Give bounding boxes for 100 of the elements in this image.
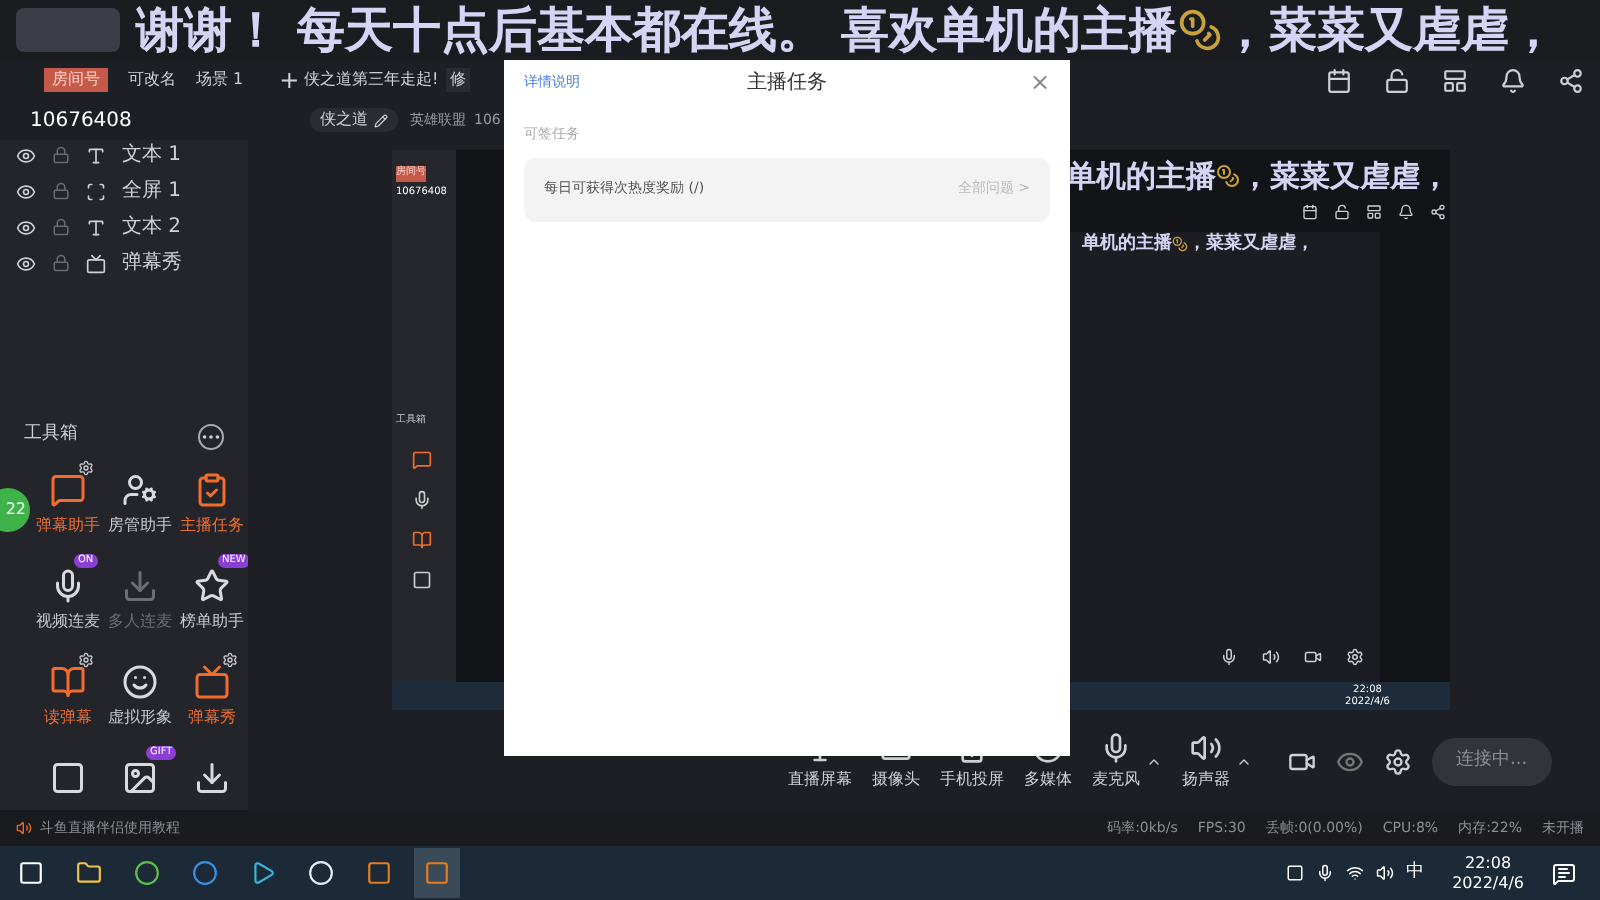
- more-icon[interactable]: [198, 423, 224, 449]
- tool-label: 主播任务: [180, 514, 244, 538]
- tool-item[interactable]: 房管助手: [104, 458, 176, 546]
- tool-icon: [194, 664, 230, 700]
- edit-link[interactable]: 修: [446, 68, 471, 92]
- tool-label: 多人连麦: [108, 610, 172, 634]
- eye-icon[interactable]: [16, 145, 36, 165]
- tool-label: 房管助手: [108, 514, 172, 538]
- lock-icon[interactable]: [52, 254, 70, 272]
- toolbar-icon: [1398, 203, 1414, 219]
- toolbar-icon[interactable]: [1500, 67, 1526, 93]
- tool-icon: [50, 472, 86, 508]
- tool-icon: [50, 760, 86, 796]
- tool-icon: [412, 449, 432, 469]
- tool-icon: [50, 664, 86, 700]
- tool-item[interactable]: 虚拟形象: [104, 650, 176, 738]
- notification-icon[interactable]: [1552, 861, 1576, 885]
- tool-label: 读弹幕: [44, 706, 92, 730]
- coin-icon: [1216, 164, 1240, 189]
- app-icon: [134, 860, 160, 886]
- app-icon: [192, 860, 218, 886]
- caret-icon[interactable]: [1236, 754, 1252, 770]
- toolbar-icon[interactable]: [1558, 67, 1584, 93]
- tray-icon[interactable]: [1376, 864, 1395, 882]
- source-name[interactable]: 全屏 1: [122, 176, 182, 206]
- control-button[interactable]: 扬声器: [1182, 732, 1230, 792]
- tool-label: 榜单助手: [180, 610, 244, 634]
- add-scene-button[interactable]: +: [279, 62, 300, 98]
- tool-label: 弹幕助手: [36, 514, 100, 538]
- tool-icon: [194, 472, 230, 508]
- control-button[interactable]: 麦克风: [1092, 732, 1140, 792]
- overlay-text: ，菜菜又虐虐，: [1188, 231, 1314, 257]
- eye-icon[interactable]: [16, 253, 36, 273]
- close-button[interactable]: ×: [1029, 64, 1050, 100]
- tool-icon: [194, 568, 230, 604]
- lock-icon[interactable]: [52, 218, 70, 236]
- app-icon: [308, 860, 334, 886]
- source-type-icon: [86, 145, 106, 165]
- toolbar-icon[interactable]: [1384, 67, 1410, 93]
- tool-label: 视频连麦: [36, 610, 100, 634]
- overlay-text: 单机的主播: [1082, 231, 1172, 257]
- toolbar-icon: [1366, 203, 1382, 219]
- clock-date: 2022/4/6: [1452, 873, 1524, 893]
- app-icon: [366, 860, 392, 886]
- speaker-icon: [16, 820, 32, 836]
- overlay-text: ，菜菜又虐虐，: [1240, 156, 1450, 198]
- toolbar-icon: [1430, 203, 1446, 219]
- source-type-icon: [86, 253, 106, 273]
- eye-icon[interactable]: [16, 181, 36, 201]
- camera-icon[interactable]: [1288, 748, 1316, 776]
- source-name[interactable]: 文本 2: [122, 212, 182, 242]
- toolbox-title: 工具箱: [24, 422, 78, 449]
- tool-item[interactable]: 弹幕秀: [176, 650, 248, 738]
- toolbar-icon[interactable]: [1326, 67, 1352, 93]
- tool-icon: [194, 760, 230, 796]
- tool-item[interactable]: 主播任务: [176, 458, 248, 546]
- settings-icon[interactable]: [78, 460, 94, 476]
- eye-icon[interactable]: [16, 217, 36, 237]
- tool-icon: [412, 529, 432, 549]
- coin-icon: [1172, 236, 1188, 253]
- stream-title: 侠之道第三年走起!: [304, 68, 439, 92]
- source-name[interactable]: 文本 1: [122, 140, 182, 170]
- settings-icon[interactable]: [78, 652, 94, 668]
- overlay-text: ，菜菜又虐虐，: [1221, 6, 1558, 54]
- scene-tab[interactable]: 场景 1: [196, 68, 244, 92]
- source-type-icon: [86, 217, 106, 237]
- app-icon: [76, 860, 102, 886]
- tool-icon: [122, 472, 158, 508]
- settings-icon[interactable]: [1384, 748, 1412, 776]
- caret-icon[interactable]: [1146, 754, 1162, 770]
- tool-item[interactable]: 弹幕助手: [32, 458, 104, 546]
- coin-icon: [1177, 8, 1222, 52]
- source-type-icon: [86, 181, 106, 201]
- lock-icon[interactable]: [52, 182, 70, 200]
- tray-icon[interactable]: [1316, 864, 1335, 882]
- dialog-title: 主播任务: [747, 69, 827, 97]
- toolbar-icon: [1302, 203, 1318, 219]
- settings-icon[interactable]: [222, 652, 238, 668]
- room-badge: 房间号: [44, 68, 108, 92]
- tray-icon[interactable]: [1286, 864, 1305, 882]
- game-tag[interactable]: 侠之道: [310, 108, 398, 132]
- tool-icon: [122, 664, 158, 700]
- clock-time: 22:08: [1465, 853, 1512, 873]
- rename-link[interactable]: 可改名: [128, 68, 176, 92]
- tool-icon: [412, 569, 432, 589]
- tool-icon: [122, 568, 158, 604]
- tool-icon: [50, 568, 86, 604]
- app-icon: [424, 860, 450, 886]
- app-icon: [250, 860, 276, 886]
- tool-item[interactable]: 读弹幕: [32, 650, 104, 738]
- lock-icon[interactable]: [52, 146, 70, 164]
- tool-label: 弹幕秀: [188, 706, 236, 730]
- ime-indicator[interactable]: 中: [1406, 859, 1425, 887]
- connect-button[interactable]: 连接中...: [1432, 738, 1552, 786]
- tool-label: 虚拟形象: [108, 706, 172, 730]
- room-id: 10676408: [30, 107, 134, 135]
- toolbar-icon[interactable]: [1442, 67, 1468, 93]
- tool-icon: [412, 489, 432, 509]
- source-name[interactable]: 弹幕秀: [122, 248, 182, 278]
- tray-icon[interactable]: [1346, 864, 1365, 882]
